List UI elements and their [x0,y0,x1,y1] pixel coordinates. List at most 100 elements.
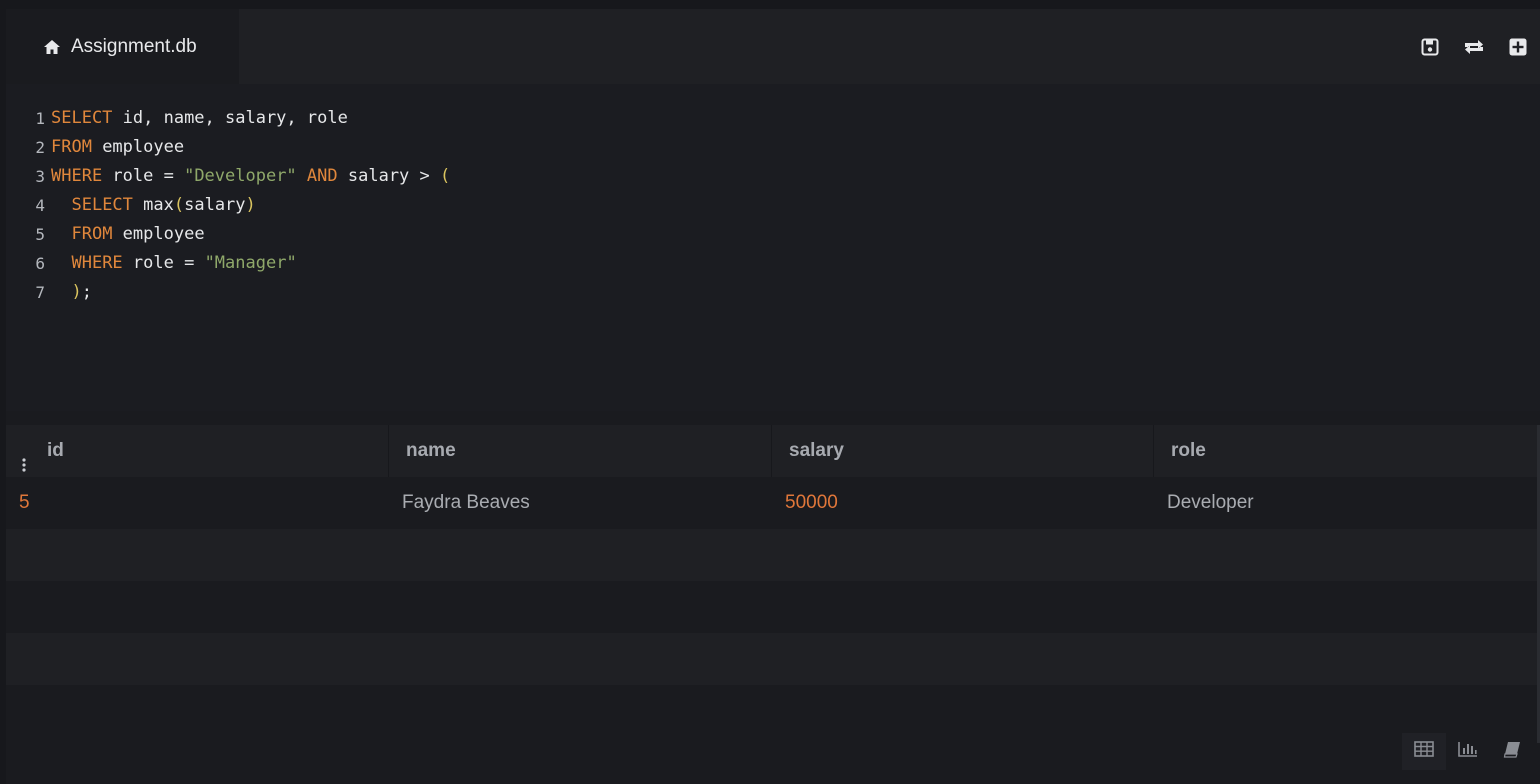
table-icon [1414,741,1434,762]
code-line[interactable]: 1 SELECT id, name, salary, role [6,104,1540,133]
code-token: WHERE [51,166,103,186]
cell-salary[interactable]: 50000 [772,477,1154,529]
code-token: ( [173,195,185,215]
code-text: WHERE role = "Developer" AND salary > ( [51,162,450,191]
line-number: 7 [35,283,45,302]
app-window: Assignment.db 1 SELECT id, name, salary,… [6,9,1540,784]
code-line[interactable]: 2 FROM employee [6,133,1540,162]
cell-role[interactable] [1154,529,1540,581]
code-token: "Manager" [204,253,297,273]
column-menu-icon[interactable] [21,441,27,472]
code-token: AND [306,166,338,186]
code-token: salary [184,195,246,215]
cell-role[interactable] [1154,633,1540,685]
cell-role[interactable]: Developer [1154,477,1540,529]
cell-id[interactable]: 5 [6,477,389,529]
cell-id[interactable] [6,581,389,633]
line-number: 5 [35,225,45,244]
cell-name[interactable] [389,633,772,685]
code-token: "Developer" [184,166,297,186]
cell-salary[interactable] [772,529,1154,581]
code-token: max [132,195,174,215]
cell-role[interactable] [1154,685,1540,737]
cell-salary[interactable] [772,633,1154,685]
cell-id[interactable] [6,529,389,581]
save-button[interactable] [1408,25,1452,69]
column-header-label: role [1171,440,1206,461]
cell-id[interactable] [6,633,389,685]
table-row[interactable] [6,529,1540,581]
code-line[interactable]: 7 ); [6,278,1540,307]
code-text: FROM employee [51,133,184,162]
code-line[interactable]: 3 WHERE role = "Developer" AND salary > ( [6,162,1540,191]
code-token: ) [245,195,256,215]
docs-view-button[interactable] [1490,733,1534,770]
grid-body: 5 Faydra Beaves 50000 Developer [6,477,1540,737]
code-token: ( [440,166,451,186]
cell-name[interactable] [389,685,772,737]
refresh-icon [1463,38,1485,56]
cell-salary[interactable] [772,685,1154,737]
cell-role[interactable] [1154,581,1540,633]
book-icon [1503,741,1521,763]
code-text: SELECT max(salary) [51,191,256,220]
sql-editor[interactable]: 1 SELECT id, name, salary, role 2 FROM empl… [6,84,1540,411]
code-line[interactable]: 5 FROM employee [6,220,1540,249]
line-number: 3 [35,167,45,186]
code-text: ); [51,278,92,307]
cell-name[interactable] [389,581,772,633]
results-grid: id name salary role 5 Faydra Beaves 50000 Deve… [6,425,1540,743]
cell-name[interactable]: Faydra Beaves [389,477,772,529]
code-token: employee [91,137,185,157]
code-text: WHERE role = "Manager" [51,249,297,278]
add-button[interactable] [1496,25,1540,69]
column-header-label: id [47,440,64,461]
column-header-label: name [406,440,456,461]
bar-chart-icon [1458,741,1478,762]
view-switcher [1402,733,1534,770]
cell-salary[interactable] [772,581,1154,633]
column-header-label: salary [789,440,844,461]
code-line[interactable]: 6 WHERE role = "Manager" [6,249,1540,278]
table-view-button[interactable] [1402,733,1446,770]
column-header-id[interactable]: id [6,425,389,477]
tab-bar: Assignment.db [6,9,1540,84]
column-header-role[interactable]: role [1154,425,1540,477]
grid-header: id name salary role [6,425,1540,477]
cell-id[interactable] [6,685,389,737]
table-row[interactable] [6,581,1540,633]
code-token: salary > [337,166,440,186]
code-token: FROM [51,137,92,157]
column-header-salary[interactable]: salary [772,425,1154,477]
code-token: id, name, salary, role [112,108,348,128]
plus-square-icon [1509,38,1527,56]
column-header-name[interactable]: name [389,425,772,477]
code-token: role = [122,253,205,273]
line-number: 4 [35,196,45,215]
table-row[interactable]: 5 Faydra Beaves 50000 Developer [6,477,1540,529]
refresh-button[interactable] [1452,25,1496,69]
home-icon [43,39,61,55]
code-token: SELECT [71,195,133,215]
code-token: ) [71,282,82,302]
code-token: ; [81,282,92,302]
table-row[interactable] [6,685,1540,737]
line-number: 2 [35,138,45,157]
cell-name[interactable] [389,529,772,581]
tab-assignment-db[interactable]: Assignment.db [6,9,239,84]
code-token: employee [112,224,205,244]
code-text: FROM employee [51,220,205,249]
code-text: SELECT id, name, salary, role [51,104,348,133]
chart-view-button[interactable] [1446,733,1490,770]
code-token: WHERE [71,253,123,273]
table-row[interactable] [6,633,1540,685]
save-icon [1421,38,1439,56]
code-line[interactable]: 4 SELECT max(salary) [6,191,1540,220]
line-number: 1 [35,109,45,128]
toolbar [1408,9,1540,84]
